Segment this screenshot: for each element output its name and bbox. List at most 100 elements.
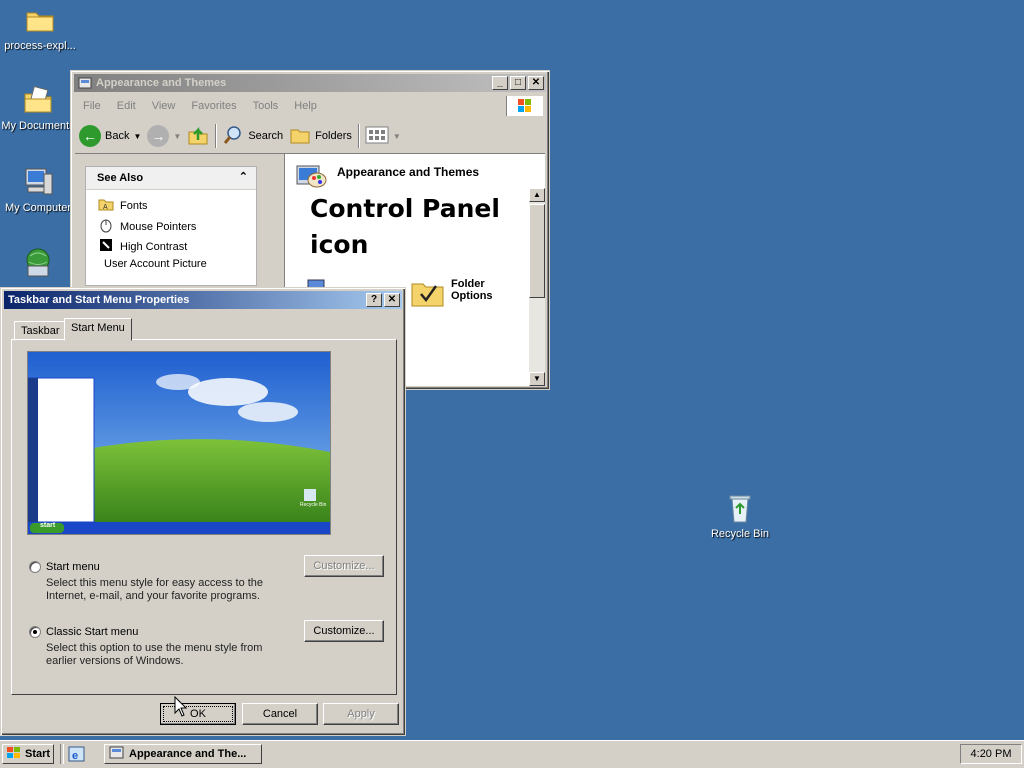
taskbar-properties-dialog: Taskbar and Start Menu Properties ? ✕ Ta… xyxy=(0,287,406,736)
ok-button[interactable]: OK xyxy=(160,703,236,725)
computer-icon xyxy=(22,166,54,198)
taskbar: Start e Appearance and The... 4:20 PM xyxy=(0,740,1024,768)
tab-page: start Recycle Bin Start menu Select this… xyxy=(11,339,397,695)
menu-file[interactable]: File xyxy=(75,100,109,112)
views-icon xyxy=(365,126,389,147)
tab-start-menu[interactable]: Start Menu xyxy=(64,318,132,341)
folders-button[interactable]: Folders xyxy=(289,124,352,149)
maximize-button[interactable]: □ xyxy=(510,76,526,90)
mouse-cursor-icon xyxy=(174,695,188,721)
views-button[interactable]: ▼ xyxy=(365,126,401,147)
minimize-button[interactable]: _ xyxy=(492,76,508,90)
close-button[interactable]: ✕ xyxy=(528,76,544,90)
internet-explorer-icon: e xyxy=(68,746,86,765)
my-documents-icon xyxy=(22,84,54,116)
dialog-title: Taskbar and Start Menu Properties xyxy=(8,294,190,306)
control-panel-task-icon xyxy=(109,746,125,763)
see-also-item-label: High Contrast xyxy=(120,240,188,253)
windows-flag-icon xyxy=(6,746,22,763)
start-menu-radio[interactable] xyxy=(29,561,41,573)
classic-description-line2: earlier versions of Windows. xyxy=(46,655,184,667)
start-label: Start xyxy=(25,748,51,760)
recycle-bin-icon xyxy=(724,492,756,524)
control-panel-titlebar[interactable]: Appearance and Themes _ □ ✕ xyxy=(74,74,546,92)
fonts-folder-icon: A xyxy=(98,197,114,214)
menu-tools[interactable]: Tools xyxy=(245,100,287,112)
dialog-titlebar[interactable]: Taskbar and Start Menu Properties ? ✕ xyxy=(4,291,402,309)
folders-icon xyxy=(289,124,311,149)
see-also-panel: See Also ⌃ A Fonts Mouse Pointers High C… xyxy=(85,166,257,286)
up-button[interactable] xyxy=(187,124,209,149)
toolbar-separator xyxy=(357,124,359,148)
preview-start-label: start xyxy=(40,522,56,529)
forward-arrow-icon: → xyxy=(147,125,170,147)
network-icon xyxy=(22,246,54,278)
classic-option-label[interactable]: Classic Start menu xyxy=(46,626,138,638)
back-dropdown-icon[interactable]: ▼ xyxy=(133,132,141,141)
scroll-up-button[interactable]: ▲ xyxy=(529,188,545,202)
appearance-themes-icon xyxy=(295,160,327,195)
menu-favorites[interactable]: Favorites xyxy=(183,100,244,112)
menu-view[interactable]: View xyxy=(144,100,184,112)
menu-bar: File Edit View Favorites Tools Help xyxy=(75,95,545,117)
start-menu-customize-button[interactable]: Customize... xyxy=(304,555,384,577)
control-panel-title: Appearance and Themes xyxy=(96,77,227,89)
help-button[interactable]: ? xyxy=(366,293,382,307)
start-button[interactable]: Start xyxy=(2,744,54,764)
cancel-button[interactable]: Cancel xyxy=(242,703,318,725)
menu-help[interactable]: Help xyxy=(286,100,325,112)
scroll-down-button[interactable]: ▼ xyxy=(529,372,545,386)
back-button[interactable]: ← Back ▼ xyxy=(79,125,141,147)
folder-options-link[interactable]: Folder Options xyxy=(411,278,493,311)
start-menu-preview: start Recycle Bin xyxy=(27,351,331,535)
toolbar-separator xyxy=(215,124,217,148)
dialog-close-button[interactable]: ✕ xyxy=(384,293,400,307)
up-folder-icon xyxy=(187,124,209,149)
views-dropdown-icon: ▼ xyxy=(392,131,401,141)
windows-logo-icon xyxy=(506,96,543,116)
taskbar-task-appearance[interactable]: Appearance and The... xyxy=(104,744,262,764)
menu-edit[interactable]: Edit xyxy=(109,100,144,112)
see-also-item-fonts[interactable]: A Fonts xyxy=(98,197,148,214)
back-label: Back xyxy=(105,130,130,142)
folder-options-line1: Folder xyxy=(451,278,485,290)
desktop-icon-process-explorer[interactable]: process-expl... xyxy=(0,4,80,52)
svg-text:A: A xyxy=(103,204,108,211)
standard-toolbar: ← Back ▼ → ▼ Search Folders ▼ xyxy=(75,119,545,153)
classic-start-menu-radio[interactable] xyxy=(29,626,41,638)
folder-icon xyxy=(24,4,56,36)
see-also-item-high-contrast[interactable]: High Contrast xyxy=(98,237,187,256)
scroll-thumb[interactable] xyxy=(529,204,545,298)
desktop-icon-label: My Computer xyxy=(4,202,72,214)
folders-label: Folders xyxy=(315,130,352,142)
start-menu-option-label[interactable]: Start menu xyxy=(46,561,100,573)
search-icon xyxy=(222,124,244,149)
see-also-item-mouse-pointers[interactable]: Mouse Pointers xyxy=(98,217,196,236)
folder-options-icon xyxy=(411,278,445,311)
see-also-item-user-account-picture[interactable]: User Account Picture xyxy=(104,258,207,270)
overlay-caption-line2: icon xyxy=(310,230,369,259)
mouse-icon xyxy=(98,217,114,236)
collapse-chevron-icon[interactable]: ⌃ xyxy=(239,170,248,183)
taskbar-separator xyxy=(60,744,64,764)
search-button[interactable]: Search xyxy=(222,124,283,149)
desktop-icon-my-documents[interactable]: My Documents xyxy=(0,84,78,132)
task-label: Appearance and The... xyxy=(129,748,247,760)
desktop-icon-recycle-bin[interactable]: Recycle Bin xyxy=(700,492,780,540)
forward-button[interactable]: → ▼ xyxy=(147,125,181,147)
desktop-icon-label: My Documents xyxy=(1,120,75,132)
desktop-icon-label: Recycle Bin xyxy=(710,528,770,540)
desktop-icon-my-computer[interactable]: My Computer xyxy=(0,166,78,214)
classic-description-line1: Select this option to use the menu style… xyxy=(46,642,263,654)
tab-taskbar[interactable]: Taskbar xyxy=(14,321,67,341)
see-also-header[interactable]: See Also ⌃ xyxy=(86,167,256,190)
desktop-icon-network[interactable] xyxy=(0,246,78,282)
classic-customize-button[interactable]: Customize... xyxy=(304,620,384,642)
forward-dropdown-icon[interactable]: ▼ xyxy=(173,132,181,141)
apply-button[interactable]: Apply xyxy=(323,703,399,725)
system-tray-clock[interactable]: 4:20 PM xyxy=(960,744,1022,764)
see-also-item-label: User Account Picture xyxy=(104,258,207,270)
quick-launch-ie[interactable]: e xyxy=(68,746,86,765)
vertical-scrollbar[interactable]: ▲ ▼ xyxy=(529,188,545,386)
start-menu-description-line1: Select this menu style for easy access t… xyxy=(46,577,264,589)
